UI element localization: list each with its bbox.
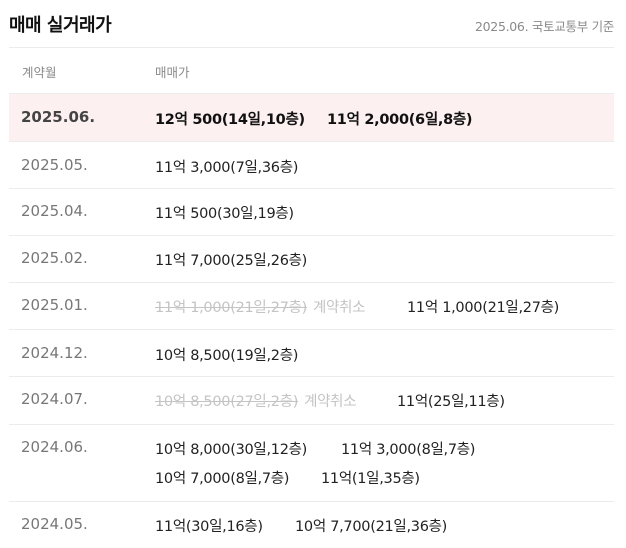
deal-price: 10억 7,700(21일,36층) (295, 519, 448, 535)
column-header-month: 계약월 (22, 65, 57, 80)
data-source-date: 2025.06. 국토교통부 기준 (474, 19, 614, 34)
table-row[interactable]: 2025.05. 11억 3,000(7일,36층) (9, 142, 614, 188)
panel-header: 매매 실거래가 2025.06. 국토교통부 기준 (0, 0, 626, 48)
deal-price: 11억 3,000(7일,36층) (155, 160, 299, 176)
table-row[interactable]: 2025.02. 11억 7,000(25일,26층) (9, 236, 614, 282)
deal-price: 11억(25일,11층) (397, 394, 505, 410)
deal-price: 11억(1일,35층) (321, 471, 420, 487)
deal-price: 11억 3,000(8일,7층) (341, 442, 476, 458)
cancelled-deal: 11억 1,000(21일,27층) 계약취소 (155, 300, 366, 316)
panel-title: 매매 실거래가 (9, 15, 112, 36)
cancelled-deal: 10억 8,500(27일,2층) 계약취소 (155, 394, 357, 410)
contract-month: 2024.05. (21, 515, 88, 533)
cancelled-label: 계약취소 (313, 300, 366, 316)
contract-month: 2025.05. (21, 156, 88, 174)
table-row[interactable]: 2025.04. 11억 500(30일,19층) (9, 189, 614, 235)
deal-price: 10억 8,000(30일,12층) (155, 442, 308, 458)
contract-month: 2025.06. (21, 108, 96, 126)
deal-price: 11억 2,000(6일,8층) (327, 112, 473, 128)
table-row[interactable]: 2024.06. 10억 8,000(30일,12층) 11억 3,000(8일… (9, 425, 614, 501)
contract-month: 2024.07. (21, 390, 88, 408)
header-divider (9, 47, 614, 48)
contract-month: 2024.12. (21, 344, 88, 362)
deal-price: 11억(30일,16층) (155, 519, 263, 535)
table-row[interactable]: 2025.06. 12억 500(14일,10층) 11억 2,000(6일,8… (9, 94, 614, 141)
table-row[interactable]: 2024.12. 10억 8,500(19일,2층) (9, 330, 614, 376)
cancelled-label: 계약취소 (304, 394, 357, 410)
deal-price: 11억 7,000(25일,26층) (155, 253, 308, 269)
column-header-price: 매매가 (155, 65, 190, 80)
deal-price: 11억 500(30일,19층) (155, 206, 294, 222)
contract-month: 2025.04. (21, 202, 88, 220)
contract-month: 2025.01. (21, 296, 88, 314)
deal-price: 12억 500(14일,10층) (155, 112, 305, 128)
table-row[interactable]: 2025.01. 11억 1,000(21일,27층) 계약취소 11억 1,00… (9, 283, 614, 329)
contract-month: 2024.06. (21, 438, 88, 456)
real-transaction-panel: 매매 실거래가 2025.06. 국토교통부 기준 계약월 매매가 2025.0… (0, 0, 626, 548)
deal-price: 10억 7,000(8일,7층) (155, 471, 290, 487)
contract-month: 2025.02. (21, 249, 88, 267)
deal-price: 11억 1,000(21일,27층) (407, 300, 560, 316)
deal-price: 10억 8,500(19일,2층) (155, 348, 299, 364)
table-row[interactable]: 2024.07. 10억 8,500(27일,2층) 계약취소 11억(25일,1… (9, 377, 614, 424)
table-row[interactable]: 2024.05. 11억(30일,16층) 10억 7,700(21일,36층) (9, 502, 614, 548)
